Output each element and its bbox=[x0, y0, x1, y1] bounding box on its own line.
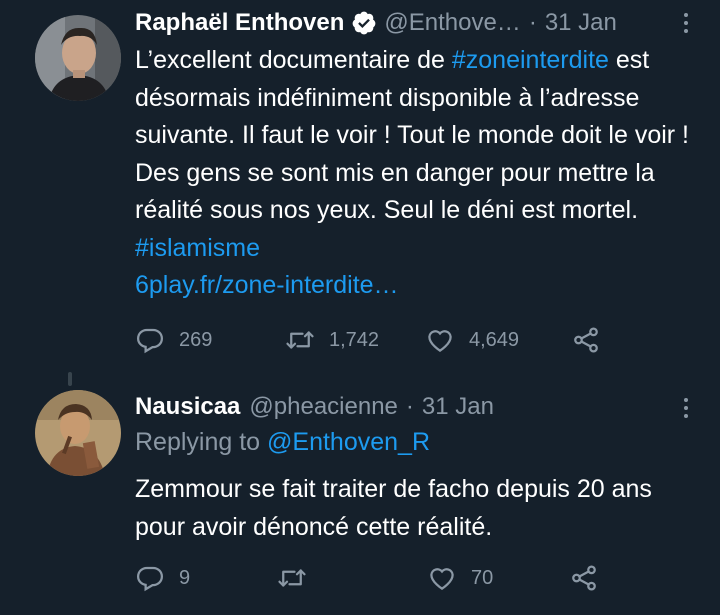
like-icon bbox=[430, 568, 454, 590]
verified-badge-icon bbox=[351, 10, 377, 36]
avatar[interactable] bbox=[35, 15, 121, 101]
replying-to-label: Replying to bbox=[135, 428, 268, 456]
share-icon bbox=[572, 565, 596, 591]
tweet-text-part: L’excellent documentaire de bbox=[135, 46, 452, 74]
more-options-icon[interactable] bbox=[680, 9, 692, 37]
share-icon bbox=[574, 327, 598, 353]
share-button[interactable] bbox=[571, 322, 601, 358]
tweet-actions: 9 70 bbox=[135, 560, 720, 596]
avatar-fresco-portrait bbox=[35, 390, 121, 476]
retweet-button[interactable] bbox=[277, 560, 321, 596]
reply-count: 269 bbox=[179, 328, 213, 351]
retweet-icon bbox=[286, 331, 314, 349]
avatar[interactable] bbox=[35, 390, 121, 476]
author-handle[interactable]: @Enthove… bbox=[384, 9, 520, 37]
replying-to: Replying to @Enthoven_R bbox=[135, 428, 430, 457]
reply-button[interactable]: 9 bbox=[135, 560, 190, 596]
author-name[interactable]: Raphaël Enthoven bbox=[135, 9, 344, 37]
retweet-icon bbox=[278, 569, 306, 587]
avatar-photo bbox=[35, 15, 121, 101]
tweet-date[interactable]: 31 Jan bbox=[545, 9, 617, 37]
separator-dot: · bbox=[405, 393, 414, 420]
tweet-text: L’excellent documentaire de #zoneinterdi… bbox=[135, 42, 705, 305]
like-count: 70 bbox=[471, 566, 494, 589]
author-name[interactable]: Nausicaa bbox=[135, 393, 240, 421]
tweet-header: Raphaël Enthoven @Enthove… · 31 Jan bbox=[135, 6, 720, 40]
retweet-count: 1,742 bbox=[329, 328, 380, 351]
like-button[interactable]: 4,649 bbox=[425, 322, 519, 358]
reply-icon bbox=[136, 566, 164, 592]
thread-connector bbox=[68, 372, 72, 386]
tweet-nausicaa[interactable]: Nausicaa @pheacienne · 31 Jan Replying t… bbox=[0, 372, 720, 615]
author-handle[interactable]: @pheacienne bbox=[249, 393, 397, 421]
replying-to-handle[interactable]: @Enthoven_R bbox=[267, 428, 430, 456]
tweet-link[interactable]: 6play.fr/zone-interdite… bbox=[135, 271, 399, 299]
retweet-button[interactable]: 1,742 bbox=[285, 322, 379, 358]
like-icon bbox=[428, 330, 452, 352]
tweet-header: Nausicaa @pheacienne · 31 Jan bbox=[135, 390, 720, 424]
tweet-text: Zemmour se fait traiter de facho depuis … bbox=[135, 475, 652, 541]
tweet-date[interactable]: 31 Jan bbox=[422, 393, 494, 421]
share-button[interactable] bbox=[569, 560, 599, 596]
more-options-icon[interactable] bbox=[680, 394, 692, 422]
hashtag-zoneinterdite[interactable]: #zoneinterdite bbox=[452, 46, 609, 74]
tweet-actions: 269 1,742 4,649 bbox=[135, 322, 720, 358]
reply-icon bbox=[136, 328, 164, 354]
reply-button[interactable]: 269 bbox=[135, 322, 212, 358]
like-count: 4,649 bbox=[469, 328, 520, 351]
reply-count: 9 bbox=[179, 566, 191, 589]
like-button[interactable]: 70 bbox=[427, 560, 493, 596]
tweet-enthoven[interactable]: Raphaël Enthoven @Enthove… · 31 Jan L’ex… bbox=[0, 0, 720, 372]
hashtag-islamisme[interactable]: #islamisme bbox=[135, 234, 260, 262]
separator-dot: · bbox=[528, 9, 537, 36]
